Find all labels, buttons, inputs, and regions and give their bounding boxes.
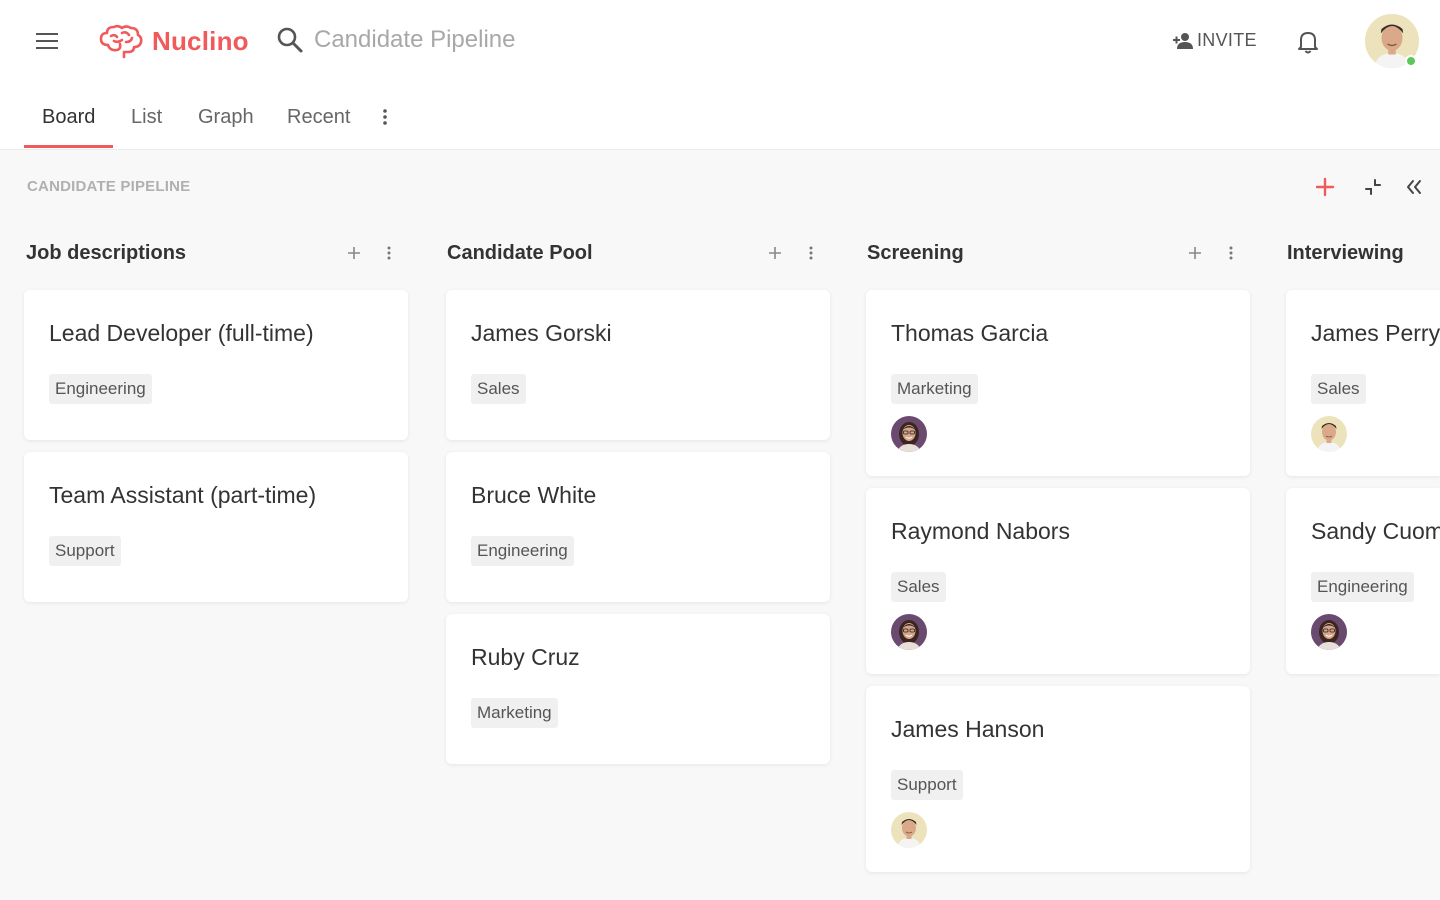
top-bar: Nuclino Candidate Pipeline INVITE xyxy=(0,0,1440,84)
card[interactable]: Thomas Garcia Marketing xyxy=(866,290,1250,476)
card-title: Lead Developer (full-time) xyxy=(49,320,314,346)
add-card-plus-icon[interactable] xyxy=(1187,245,1203,266)
card-title: Ruby Cruz xyxy=(471,644,580,670)
tab-board[interactable]: Board xyxy=(42,106,95,129)
assignee-avatar xyxy=(1311,416,1347,452)
column-more-icon[interactable] xyxy=(808,245,814,266)
tag: Support xyxy=(891,770,963,800)
app-logo[interactable]: Nuclino xyxy=(98,23,249,59)
cluster-title: CANDIDATE PIPELINE xyxy=(27,178,191,195)
online-status-indicator xyxy=(1405,55,1417,67)
tag: Sales xyxy=(891,572,946,602)
search-text: Candidate Pipeline xyxy=(314,26,516,53)
search-icon xyxy=(277,27,303,53)
add-card-plus-icon[interactable] xyxy=(346,245,362,266)
app-name: Nuclino xyxy=(152,25,249,56)
card[interactable]: James Hanson Support xyxy=(866,686,1250,872)
invite-label: INVITE xyxy=(1197,30,1257,50)
tag: Engineering xyxy=(1311,572,1414,602)
brain-logo-icon xyxy=(99,24,143,59)
card[interactable]: Team Assistant (part-time) Support xyxy=(24,452,408,602)
tab-graph[interactable]: Graph xyxy=(198,106,254,129)
column-title: Candidate Pool xyxy=(447,242,593,264)
add-card-plus-icon[interactable] xyxy=(767,245,783,266)
tag: Marketing xyxy=(471,698,558,728)
card[interactable]: Bruce White Engineering xyxy=(446,452,830,602)
card[interactable]: James Gorski Sales xyxy=(446,290,830,440)
tag: Sales xyxy=(471,374,526,404)
tag: Sales xyxy=(1311,374,1366,404)
card[interactable]: Sandy Cuomo Engineering xyxy=(1286,488,1440,674)
assignee-avatar xyxy=(1311,614,1347,650)
assignee-avatar xyxy=(891,416,927,452)
card[interactable]: Ruby Cruz Marketing xyxy=(446,614,830,764)
assignee-avatar xyxy=(891,614,927,650)
invite-button[interactable]: INVITE xyxy=(1172,30,1257,51)
add-person-icon xyxy=(1173,32,1193,49)
active-tab-indicator xyxy=(24,145,113,148)
assignee-avatar xyxy=(891,812,927,848)
column-title: Screening xyxy=(867,242,964,264)
more-views-icon[interactable] xyxy=(382,108,388,131)
card[interactable]: Raymond Nabors Sales xyxy=(866,488,1250,674)
card[interactable]: Lead Developer (full-time) Engineering xyxy=(24,290,408,440)
column-title: Job descriptions xyxy=(26,242,187,264)
tab-list[interactable]: List xyxy=(131,106,162,129)
tag: Support xyxy=(49,536,121,566)
card-title: Team Assistant (part-time) xyxy=(49,482,317,508)
view-tabs: Board List Graph Recent xyxy=(0,84,1440,150)
tag: Marketing xyxy=(891,374,978,404)
card-title: Raymond Nabors xyxy=(891,518,1070,544)
search-bar[interactable]: Candidate Pipeline xyxy=(276,26,515,54)
card-title: James Perry xyxy=(1311,320,1440,346)
tab-recent[interactable]: Recent xyxy=(287,106,350,129)
column-title: Interviewing xyxy=(1287,242,1404,264)
card-title: James Gorski xyxy=(471,320,612,346)
card-title: Sandy Cuomo xyxy=(1311,518,1440,544)
card[interactable]: James Perry Sales xyxy=(1286,290,1440,476)
card-title: Bruce White xyxy=(471,482,597,508)
column-more-icon[interactable] xyxy=(386,245,392,266)
add-column-plus-icon[interactable] xyxy=(1315,177,1335,202)
collapse-sidebar-chevrons-icon[interactable] xyxy=(1405,178,1423,201)
tag: Engineering xyxy=(471,536,574,566)
tag: Engineering xyxy=(49,374,152,404)
card-title: James Hanson xyxy=(891,716,1045,742)
hamburger-menu-icon[interactable] xyxy=(36,33,60,51)
column-more-icon[interactable] xyxy=(1228,245,1234,266)
notifications-bell-icon[interactable] xyxy=(1296,29,1320,60)
collapse-icon[interactable] xyxy=(1364,178,1382,201)
card-title: Thomas Garcia xyxy=(891,320,1049,346)
